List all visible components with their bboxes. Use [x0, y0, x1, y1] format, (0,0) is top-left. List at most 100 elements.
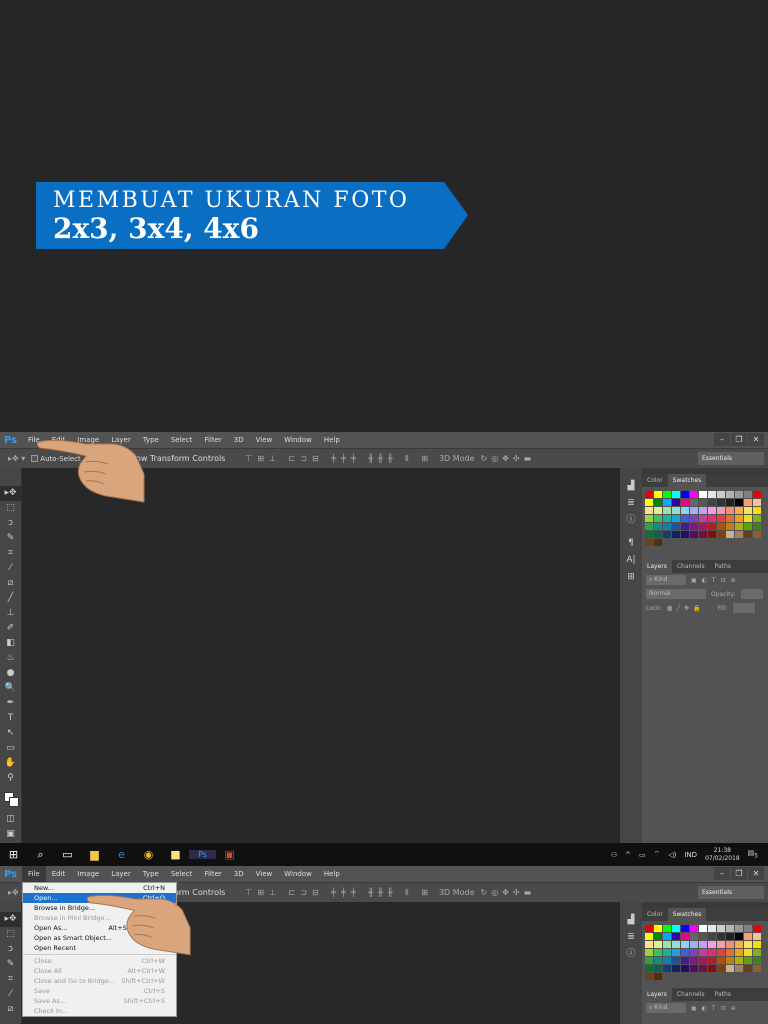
swatch[interactable]: [663, 949, 671, 956]
move-tool-icon[interactable]: ▸✥: [0, 486, 21, 501]
swatch[interactable]: [645, 539, 653, 546]
swatch[interactable]: [690, 491, 698, 498]
layer-filter-icons[interactable]: ▣◐T⊡⊕: [691, 1005, 741, 1012]
swatch[interactable]: [753, 933, 761, 940]
kind-filter[interactable]: ⌕ Kind: [646, 575, 686, 585]
swatch[interactable]: [753, 957, 761, 964]
swatch[interactable]: [708, 531, 716, 538]
swatch[interactable]: [699, 925, 707, 932]
swatch[interactable]: [654, 925, 662, 932]
info-icon[interactable]: ⓘ: [620, 946, 642, 963]
swatch[interactable]: [708, 941, 716, 948]
swatch[interactable]: [654, 531, 662, 538]
swatch[interactable]: [744, 491, 752, 498]
notification-icon[interactable]: ▤5: [748, 849, 758, 859]
swatch[interactable]: [645, 491, 653, 498]
swatch[interactable]: [690, 925, 698, 932]
swatch[interactable]: [654, 523, 662, 530]
swatch[interactable]: [654, 973, 662, 980]
swatch[interactable]: [654, 957, 662, 964]
swatch[interactable]: [681, 965, 689, 972]
clock[interactable]: 21:38 07/02/2018: [705, 847, 740, 863]
swatch[interactable]: [735, 531, 743, 538]
swatch[interactable]: [681, 507, 689, 514]
file-menu-item[interactable]: Check In...: [23, 1006, 176, 1016]
swatch[interactable]: [717, 957, 725, 964]
swatch[interactable]: [744, 515, 752, 522]
workspace-select[interactable]: Essentials: [698, 452, 764, 465]
file-menu-item[interactable]: Save Ctrl+S: [23, 986, 176, 996]
swatch[interactable]: [717, 523, 725, 530]
swatch[interactable]: [753, 515, 761, 522]
menu-help[interactable]: Help: [318, 432, 346, 448]
character-icon[interactable]: A|: [620, 552, 642, 569]
sticky-notes-icon[interactable]: ■: [162, 848, 189, 861]
workspace-select[interactable]: Essentials: [698, 886, 764, 899]
swatch[interactable]: [654, 491, 662, 498]
battery-icon[interactable]: ▭: [639, 851, 646, 859]
paragraph-icon[interactable]: ¶: [620, 535, 642, 552]
swatch[interactable]: [681, 515, 689, 522]
swatch[interactable]: [654, 941, 662, 948]
swatch[interactable]: [672, 531, 680, 538]
swatch[interactable]: [753, 949, 761, 956]
swatch[interactable]: [699, 933, 707, 940]
swatch[interactable]: [699, 523, 707, 530]
search-icon[interactable]: ⌕: [27, 848, 54, 862]
swatch[interactable]: [699, 491, 707, 498]
adjust-icon[interactable]: ≣: [620, 495, 642, 512]
lock-icons[interactable]: ▦╱✥🔒: [667, 605, 705, 612]
align-buttons[interactable]: ⊤⊞⊥ ⊏⊐⊟ ╪╪╪ ╫╫╫ ⦀ ⊞: [245, 888, 433, 898]
swatch[interactable]: [681, 925, 689, 932]
swatch[interactable]: [690, 523, 698, 530]
swatch[interactable]: [645, 515, 653, 522]
swatch[interactable]: [690, 957, 698, 964]
menu-select[interactable]: Select: [165, 432, 199, 448]
menu-file[interactable]: File: [22, 866, 46, 882]
swatch[interactable]: [672, 515, 680, 522]
swatch[interactable]: [645, 973, 653, 980]
swatch[interactable]: [753, 523, 761, 530]
swatch[interactable]: [753, 941, 761, 948]
swatch[interactable]: [735, 925, 743, 932]
marquee-tool-icon[interactable]: ⬚: [0, 501, 21, 516]
swatch[interactable]: [654, 499, 662, 506]
swatch[interactable]: [672, 925, 680, 932]
swatch[interactable]: [690, 499, 698, 506]
file-menu-item[interactable]: Close All Alt+Ctrl+W: [23, 966, 176, 976]
swatch[interactable]: [645, 941, 653, 948]
swatch[interactable]: [744, 933, 752, 940]
marquee-tool-icon[interactable]: ⬚: [0, 927, 21, 942]
minimize-button[interactable]: –: [714, 867, 730, 880]
swatch[interactable]: [663, 499, 671, 506]
people-icon[interactable]: ⚇: [611, 851, 617, 859]
swatch[interactable]: [663, 941, 671, 948]
swatch[interactable]: [699, 941, 707, 948]
swatch[interactable]: [717, 965, 725, 972]
swatch[interactable]: [717, 941, 725, 948]
tab-paths[interactable]: Paths: [710, 988, 736, 1001]
swatch[interactable]: [645, 499, 653, 506]
history-brush-tool-icon[interactable]: ✐: [0, 621, 21, 636]
lasso-tool-icon[interactable]: ↄ: [0, 942, 21, 957]
eyedropper-tool-icon[interactable]: ⁄: [0, 561, 21, 576]
swatch[interactable]: [672, 933, 680, 940]
menu-view[interactable]: View: [250, 866, 279, 882]
menu-layer[interactable]: Layer: [105, 866, 137, 882]
swatch[interactable]: [717, 507, 725, 514]
tab-paths[interactable]: Paths: [710, 560, 736, 573]
swatch[interactable]: [681, 523, 689, 530]
swatch[interactable]: [699, 507, 707, 514]
swatch[interactable]: [654, 965, 662, 972]
swatch[interactable]: [726, 491, 734, 498]
minimize-button[interactable]: –: [714, 433, 730, 446]
move-tool-preset-icon[interactable]: ▸✥ ▾: [8, 454, 25, 463]
swatch[interactable]: [699, 515, 707, 522]
path-select-tool-icon[interactable]: ↖: [0, 726, 21, 741]
swatch[interactable]: [735, 499, 743, 506]
type-tool-icon[interactable]: T: [0, 711, 21, 726]
swatch[interactable]: [726, 933, 734, 940]
swatch[interactable]: [690, 515, 698, 522]
swatch[interactable]: [708, 957, 716, 964]
swatch[interactable]: [681, 491, 689, 498]
